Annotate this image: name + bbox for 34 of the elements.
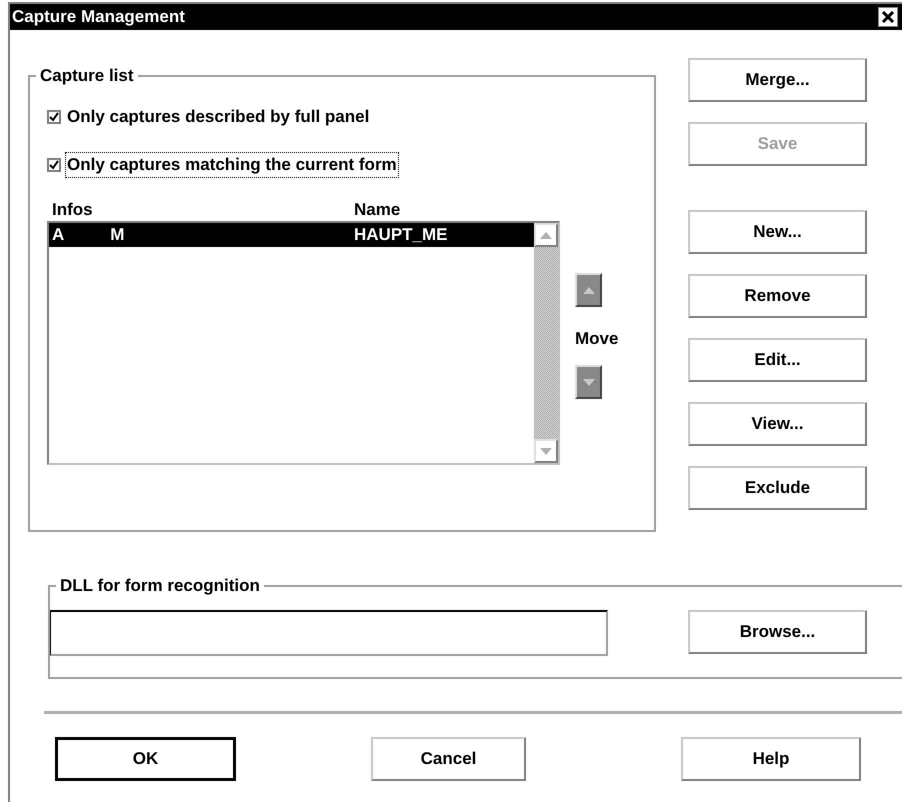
checkbox[interactable] [47, 110, 61, 124]
dialog-button[interactable]: OK [55, 737, 236, 781]
action-button[interactable]: View... [688, 402, 867, 446]
scroll-down-button[interactable] [534, 439, 558, 463]
checkbox-label[interactable]: Only captures matching the current form [65, 152, 399, 178]
dll-path-field[interactable] [50, 610, 608, 656]
close-icon [882, 11, 894, 23]
close-button[interactable] [878, 7, 898, 27]
checkbox-label[interactable]: Only captures described by full panel [65, 104, 372, 130]
move-up-button[interactable] [575, 273, 602, 307]
down-arrow-icon [582, 378, 594, 386]
action-button[interactable]: Remove [688, 274, 867, 318]
dialog-button[interactable]: Cancel [371, 737, 526, 781]
move-label: Move [575, 329, 618, 349]
action-button[interactable]: Exclude [688, 466, 867, 510]
up-arrow-icon [582, 286, 594, 294]
scrollbar[interactable] [534, 223, 558, 463]
action-button[interactable]: New... [688, 210, 867, 254]
name-cell-text: HAUPT_ME [353, 225, 449, 245]
info-cell: A [52, 225, 64, 245]
move-down-button[interactable] [575, 365, 602, 399]
action-button[interactable]: Merge... [688, 58, 867, 102]
list-row[interactable]: A M HAUPT_ME [49, 223, 534, 247]
scroll-up-button[interactable] [534, 223, 558, 247]
action-button[interactable]: Edit... [688, 338, 867, 382]
checkbox[interactable] [47, 158, 61, 172]
dialog-button[interactable]: Help [681, 737, 861, 781]
down-arrow-icon [540, 448, 552, 454]
column-header: Infos [52, 200, 94, 220]
info-cell: M [110, 225, 124, 245]
column-header: Name [354, 200, 402, 220]
up-arrow-icon [540, 232, 552, 238]
window-title: Capture Management [12, 7, 185, 27]
browse-button[interactable]: Browse... [688, 610, 867, 654]
